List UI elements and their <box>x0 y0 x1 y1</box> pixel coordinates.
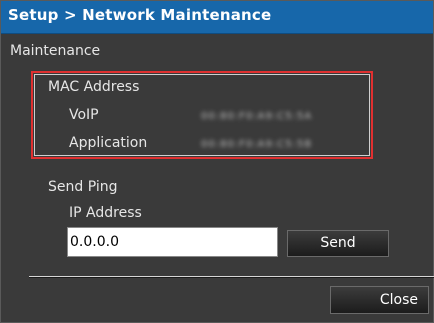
mac-address-title: MAC Address <box>48 79 140 95</box>
application-label: Application <box>69 135 148 151</box>
network-maintenance-window: Setup > Network Maintenance Maintenance … <box>0 0 434 323</box>
voip-mac-value: 00:80:F0:A9:C5:5A <box>201 111 313 122</box>
ip-address-label: IP Address <box>69 205 142 221</box>
maintenance-section-label: Maintenance <box>10 43 101 59</box>
divider <box>29 276 434 277</box>
divider-shadow <box>29 277 434 278</box>
close-button[interactable]: Close <box>330 286 429 314</box>
ip-address-input[interactable] <box>67 227 278 257</box>
send-ping-title: Send Ping <box>48 179 118 195</box>
send-button[interactable]: Send <box>287 230 389 257</box>
voip-label: VoIP <box>69 107 99 123</box>
application-mac-value: 00:80:F0:A9:C5:5B <box>201 139 313 150</box>
window-title: Setup > Network Maintenance <box>8 6 272 24</box>
title-bar: Setup > Network Maintenance <box>1 1 433 34</box>
